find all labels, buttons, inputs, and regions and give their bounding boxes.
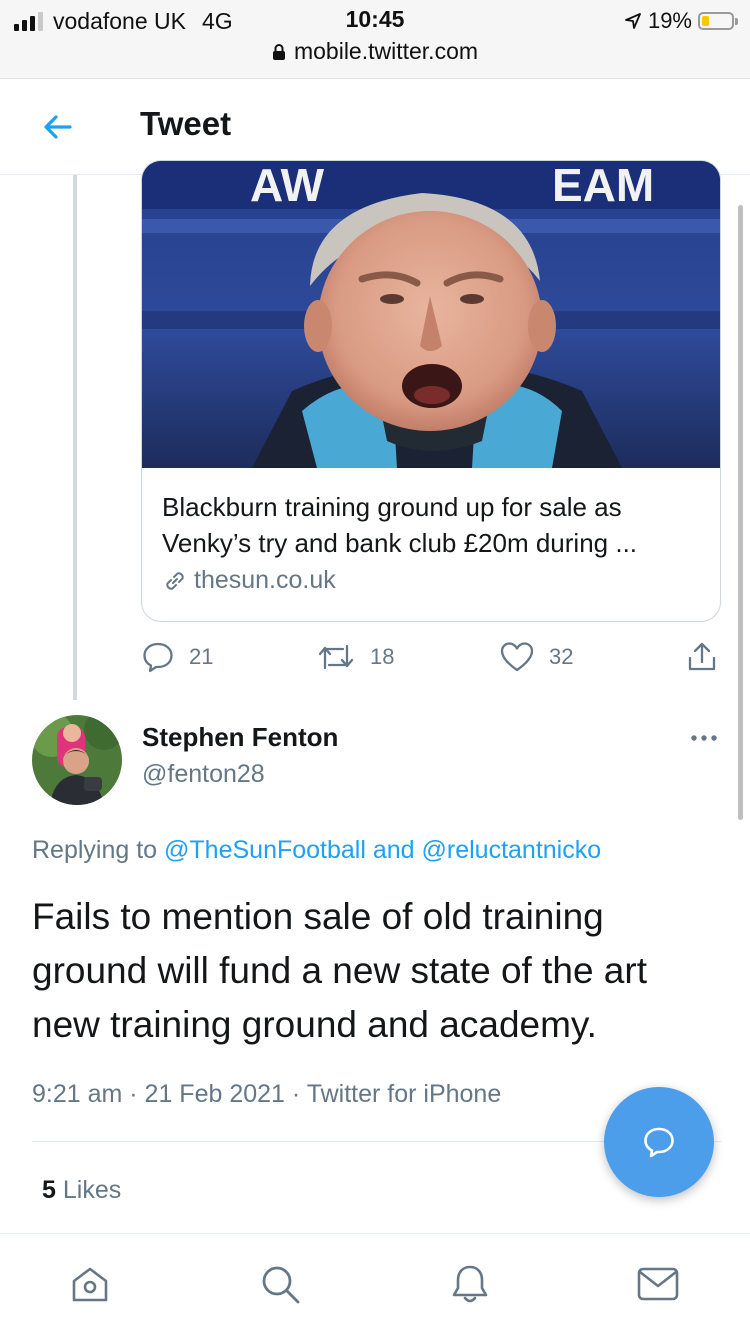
search-icon[interactable] bbox=[258, 1262, 302, 1306]
replying-prefix: Replying to bbox=[32, 836, 158, 864]
heart-icon bbox=[500, 642, 534, 672]
share-action[interactable] bbox=[685, 640, 719, 674]
bottom-tab-bar bbox=[0, 1233, 750, 1335]
link-card-domain: thesun.co.uk bbox=[162, 566, 336, 595]
author-name[interactable]: Stephen Fenton bbox=[142, 722, 338, 753]
status-bar: vodafone UK 4G 10:45 19% mobile.twitter.… bbox=[0, 0, 750, 79]
retweet-action[interactable]: 18 bbox=[316, 640, 394, 674]
svg-text:EAM: EAM bbox=[552, 161, 654, 211]
battery-icon bbox=[698, 12, 738, 30]
lock-icon bbox=[272, 43, 285, 60]
avatar[interactable] bbox=[32, 715, 122, 805]
scrollbar[interactable] bbox=[738, 205, 743, 820]
more-icon[interactable] bbox=[690, 728, 718, 748]
link-card-domain-text: thesun.co.uk bbox=[194, 566, 336, 594]
tweet-timestamp[interactable]: 9:21 am · 21 Feb 2021 · Twitter for iPho… bbox=[32, 1080, 501, 1109]
url-bar[interactable]: mobile.twitter.com bbox=[0, 38, 750, 65]
replying-to-links[interactable]: @TheSunFootball and @reluctantnicko bbox=[164, 836, 601, 864]
avatar-image bbox=[32, 715, 122, 805]
reply-action[interactable]: 21 bbox=[141, 640, 213, 674]
thread-connector-line bbox=[73, 175, 77, 700]
link-card-title-line-2: Venky’s try and bank club £20m during ..… bbox=[162, 528, 638, 558]
likes-count: 5 bbox=[42, 1176, 56, 1204]
home-icon[interactable] bbox=[68, 1262, 112, 1306]
retweet-icon bbox=[318, 644, 354, 670]
comment-icon bbox=[143, 642, 173, 673]
likes-label: Likes bbox=[62, 1176, 122, 1204]
compose-reply-button[interactable] bbox=[604, 1087, 714, 1197]
battery-percent: 19% bbox=[647, 8, 692, 33]
link-card-title-line-1: Blackburn training ground up for sale as bbox=[162, 492, 622, 522]
replying-to: Replying to @TheSunFootball and @relucta… bbox=[32, 836, 601, 865]
link-preview-card[interactable]: AW EAM Blackburn training ground up for … bbox=[141, 160, 721, 622]
svg-text:AW: AW bbox=[250, 161, 325, 211]
status-right: 19% bbox=[624, 6, 738, 36]
page-title: Tweet bbox=[140, 105, 232, 142]
retweet-count: 18 bbox=[370, 644, 395, 669]
url-text: mobile.twitter.com bbox=[293, 38, 479, 64]
bell-icon[interactable] bbox=[448, 1262, 492, 1306]
mail-icon[interactable] bbox=[636, 1262, 680, 1306]
like-count: 32 bbox=[549, 644, 574, 669]
like-action[interactable]: 32 bbox=[499, 640, 573, 674]
likes-summary[interactable]: 5 Likes bbox=[42, 1176, 121, 1205]
location-icon bbox=[625, 13, 641, 29]
tweet-actions: 21 18 32 bbox=[141, 640, 721, 680]
link-preview-image: AW EAM bbox=[142, 161, 720, 468]
reply-count: 21 bbox=[189, 644, 214, 669]
tweet-text: Fails to mention sale of old training gr… bbox=[32, 890, 732, 1052]
tweet-text-line-3: new training ground and academy. bbox=[32, 1004, 597, 1045]
tweet-text-line-2: ground will fund a new state of the art bbox=[32, 950, 647, 991]
link-icon bbox=[166, 571, 184, 590]
arrow-left-icon[interactable] bbox=[38, 107, 78, 147]
author-handle[interactable]: @fenton28 bbox=[142, 760, 265, 789]
link-card-title: Blackburn training ground up for sale as… bbox=[162, 489, 702, 561]
share-icon bbox=[688, 642, 716, 671]
compose-reply-icon bbox=[644, 1127, 674, 1158]
tweet-text-line-1: Fails to mention sale of old training bbox=[32, 896, 604, 937]
